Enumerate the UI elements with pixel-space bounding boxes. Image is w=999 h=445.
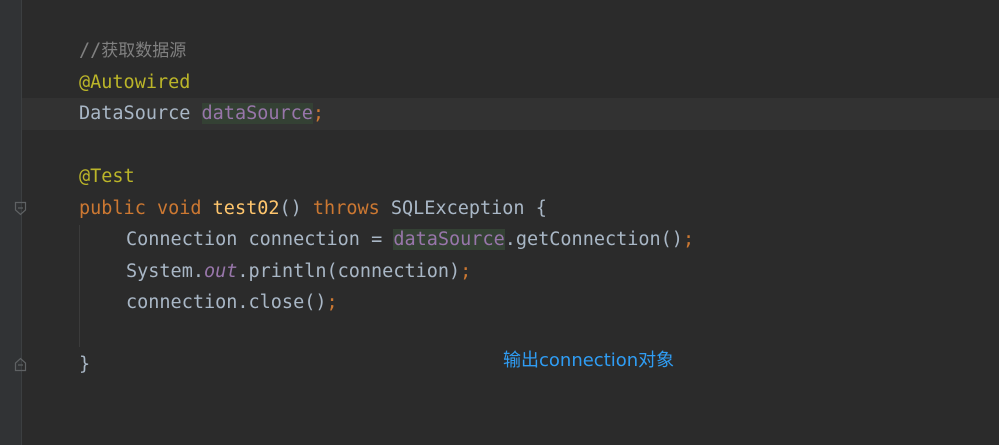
fold-method-end-icon[interactable] (14, 357, 27, 372)
fold-method-start-icon[interactable] (14, 201, 27, 216)
semicolon: ; (312, 103, 325, 124)
test-annotation: @Test (79, 166, 135, 187)
semicolon: ; (326, 292, 338, 313)
keyword-throws: throws (312, 198, 380, 219)
semicolon: ; (682, 229, 695, 250)
autowired-annotation: @Autowired (79, 72, 191, 93)
keyword-public: public (79, 198, 146, 219)
close-call: connection.close() (126, 292, 327, 313)
connection-var: connection (248, 229, 360, 250)
connection-type: Connection (126, 229, 238, 250)
annotation-note: 输出connection对象 (503, 350, 675, 371)
get-connection-call: .getConnection() (504, 229, 683, 250)
code-line-comment[interactable]: //获取数据源 (79, 39, 186, 63)
field-name: dataSource (201, 103, 313, 124)
editor-gutter (0, 0, 22, 445)
println-call: .println(connection) (237, 261, 461, 282)
comment-text: 获取数据源 (101, 41, 187, 61)
open-brace: { (535, 198, 547, 219)
code-line-println[interactable]: System.out.println(connection); (126, 260, 471, 284)
code-line-closing-brace[interactable]: } (79, 353, 90, 377)
field-type: DataSource (79, 103, 191, 124)
keyword-void: void (156, 198, 202, 219)
code-line-test-annotation[interactable]: @Test (79, 165, 135, 189)
out-field: out (203, 261, 238, 282)
code-line-method-signature[interactable]: public void test02() throws SQLException… (79, 197, 547, 221)
code-line-get-connection[interactable]: Connection connection = dataSource.getCo… (126, 228, 694, 252)
assign-operator: = (371, 229, 383, 250)
code-line-autowired[interactable]: @Autowired (79, 71, 190, 95)
system-class: System. (126, 261, 204, 282)
closing-brace: } (79, 354, 91, 375)
semicolon: ; (460, 261, 472, 282)
indent-guide (79, 225, 80, 347)
datasource-reference: dataSource (393, 229, 505, 250)
comment-slashes: // (79, 40, 102, 61)
method-parens: () (279, 198, 302, 219)
code-line-field-declaration[interactable]: DataSource dataSource; (79, 102, 324, 126)
exception-type: SQLException (390, 198, 525, 219)
method-name: test02 (212, 198, 280, 219)
code-line-close[interactable]: connection.close(); (126, 291, 338, 315)
